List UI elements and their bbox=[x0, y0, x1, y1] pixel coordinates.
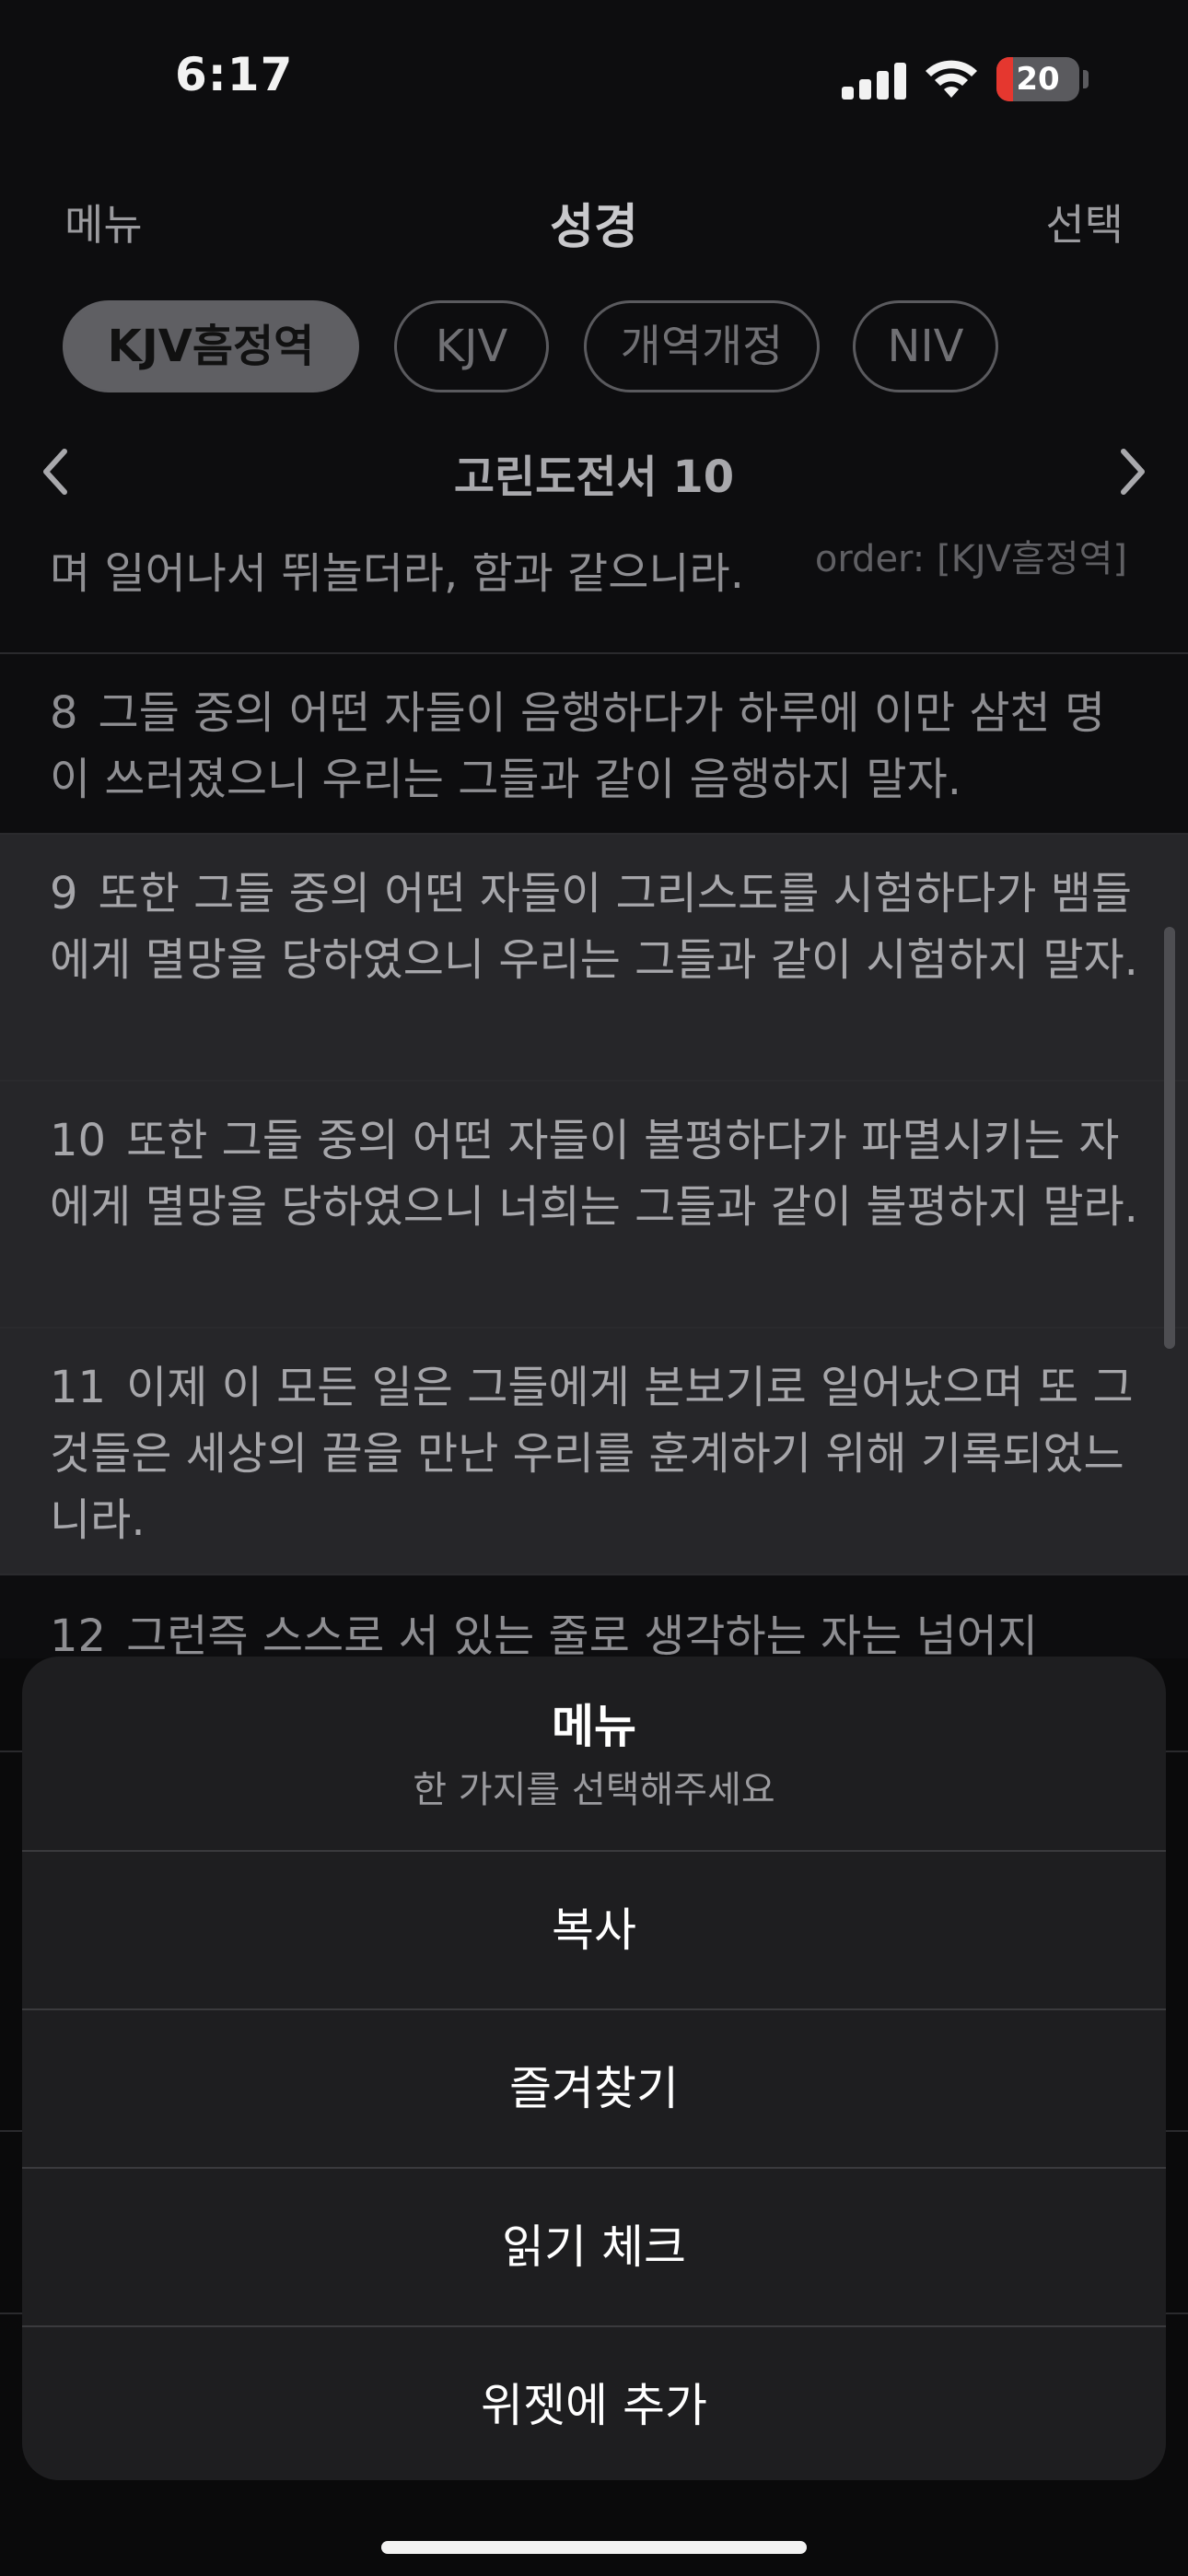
verse-number: 9 bbox=[50, 868, 78, 919]
chevron-right-icon[interactable] bbox=[1114, 444, 1151, 499]
verse-number: 8 bbox=[50, 687, 78, 739]
verse-text: 며 일어나서 뛰놀더라, 함과 같으니라. bbox=[50, 553, 744, 599]
verse-text: 그들 중의 어떤 자들이 음행하다가 하루에 이만 삼천 명이 쓰러졌으니 우리… bbox=[50, 687, 1106, 805]
version-chip-niv[interactable]: NIV bbox=[853, 300, 998, 392]
verse-number: 12 bbox=[50, 1610, 107, 1658]
add-widget-button[interactable]: 위젯에 추가 bbox=[22, 2325, 1166, 2480]
battery-percent: 20 bbox=[1016, 61, 1060, 98]
action-sheet-header: 메뉴 한 가지를 선택해주세요 bbox=[22, 1657, 1166, 1850]
version-chip-kjv[interactable]: KJV bbox=[394, 300, 549, 392]
cellular-signal-icon bbox=[842, 61, 906, 100]
version-chip-gaeyeok[interactable]: 개역개정 bbox=[584, 300, 820, 392]
battery-icon: 20 bbox=[996, 57, 1079, 101]
read-check-button[interactable]: 읽기 체크 bbox=[22, 2167, 1166, 2325]
verse-item[interactable]: 12 그런즉 스스로 서 있는 줄로 생각하는 자는 넘어지 bbox=[0, 1574, 1188, 1658]
verse-item[interactable]: 8 그들 중의 어떤 자들이 음행하다가 하루에 이만 삼천 명이 쓰러졌으니 우… bbox=[0, 652, 1188, 833]
action-sheet-subtitle: 한 가지를 선택해주세요 bbox=[413, 1769, 775, 1811]
verse-item-selected[interactable]: 9 또한 그들 중의 어떤 자들이 그리스도를 시험하다가 뱀들에게 멸망을 당하… bbox=[0, 833, 1188, 1080]
action-sheet-title: 메뉴 bbox=[552, 1700, 636, 1753]
version-chip-kjv-heumjeong[interactable]: KJV흠정역 bbox=[63, 300, 359, 392]
page-title: 성경 bbox=[550, 200, 638, 255]
battery-tip bbox=[1083, 70, 1089, 88]
copy-button[interactable]: 복사 bbox=[22, 1850, 1166, 2008]
verse-item[interactable]: 며 일어나서 뛰놀더라, 함과 같으니라. bbox=[0, 553, 1188, 654]
verse-list[interactable]: 며 일어나서 뛰놀더라, 함과 같으니라. 8 그들 중의 어떤 자들이 음행하다… bbox=[0, 553, 1188, 1658]
verse-text: 그런즉 스스로 서 있는 줄로 생각하는 자는 넘어지 bbox=[126, 1610, 1039, 1658]
favorite-button[interactable]: 즐겨찾기 bbox=[22, 2008, 1166, 2167]
scrollbar[interactable] bbox=[1164, 927, 1175, 1349]
verse-text: 또한 그들 중의 어떤 자들이 불평하다가 파멸시키는 자에게 멸망을 당하였으… bbox=[50, 1115, 1138, 1233]
verse-item-selected[interactable]: 11 이제 이 모든 일은 그들에게 본보기로 일어났으며 또 그것들은 세상의 … bbox=[0, 1327, 1188, 1574]
bible-screen: 6:17 20 메뉴 성경 선택 KJV흠정역 KJV 개역개정 NIV 고린도… bbox=[0, 0, 1188, 2576]
verse-number: 10 bbox=[50, 1115, 107, 1166]
chapter-title: 고린도전서 10 bbox=[453, 451, 735, 503]
verse-number: 11 bbox=[50, 1362, 107, 1413]
verse-text: 이제 이 모든 일은 그들에게 본보기로 일어났으며 또 그것들은 세상의 끝을… bbox=[50, 1362, 1134, 1546]
select-button[interactable]: 선택 bbox=[1045, 192, 1124, 252]
wifi-icon bbox=[926, 60, 977, 98]
home-indicator[interactable] bbox=[381, 2541, 807, 2554]
verse-item-selected[interactable]: 10 또한 그들 중의 어떤 자들이 불평하다가 파멸시키는 자에게 멸망을 당하… bbox=[0, 1080, 1188, 1327]
verse-text: 또한 그들 중의 어떤 자들이 그리스도를 시험하다가 뱀들에게 멸망을 당하였… bbox=[50, 868, 1138, 986]
status-time: 6:17 bbox=[175, 48, 294, 101]
action-sheet: 메뉴 한 가지를 선택해주세요 복사 즐겨찾기 읽기 체크 위젯에 추가 bbox=[22, 1657, 1166, 2480]
